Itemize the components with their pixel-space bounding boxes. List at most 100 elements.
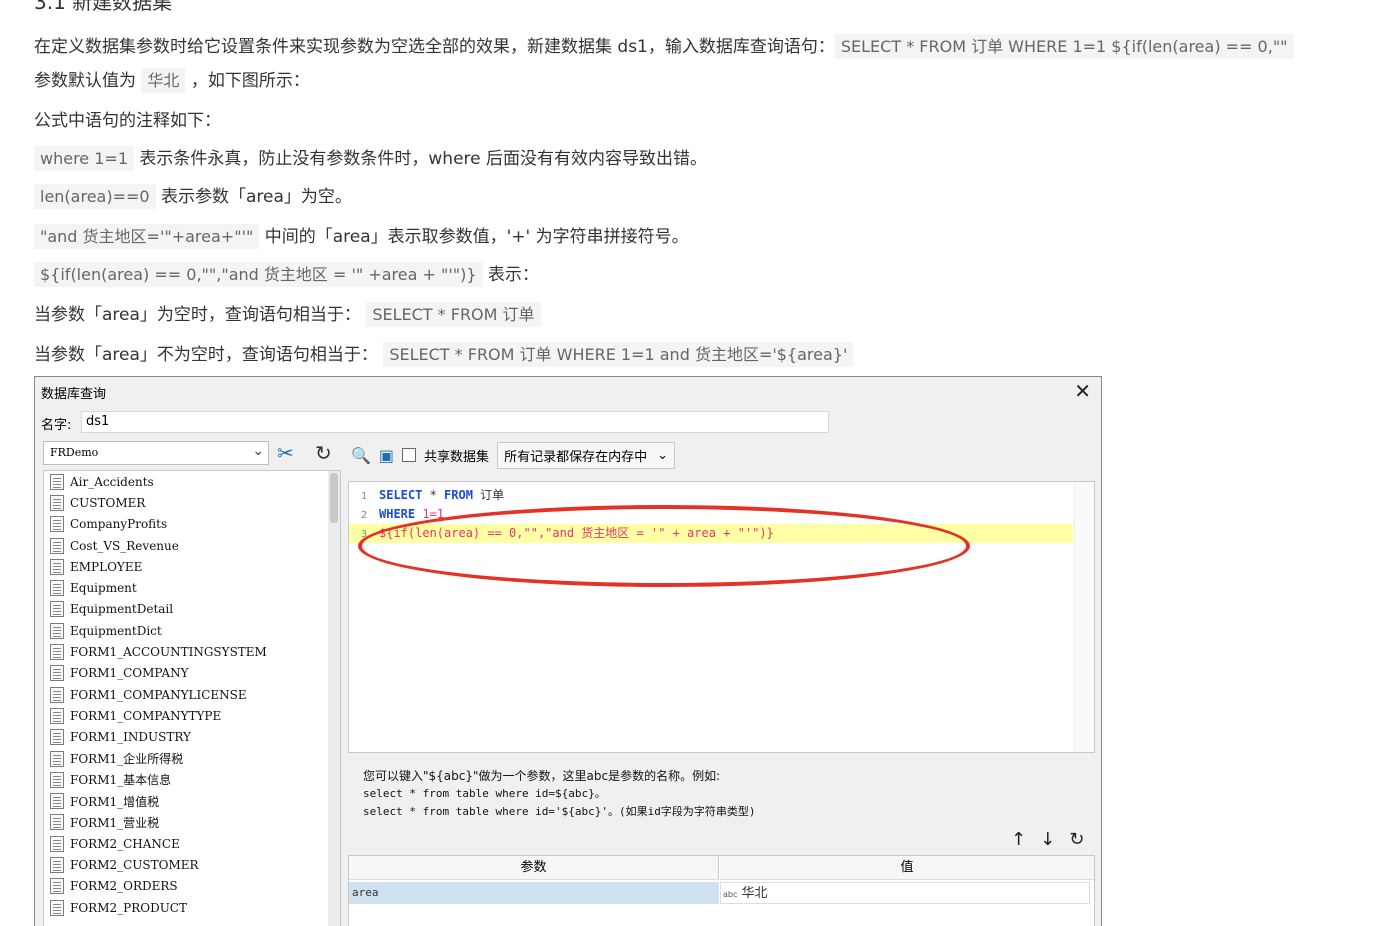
table-item[interactable]: CompanyProfits (44, 514, 340, 535)
sql-inline-code: SELECT * FROM 订单 WHERE 1=1 ${if(len(area… (834, 34, 1294, 59)
note-formula-text: 表示： (487, 265, 539, 285)
table-name: CUSTOMER (70, 495, 146, 510)
table-icon (50, 878, 64, 895)
table-name: FORM2_ORDERS (70, 879, 178, 894)
param-name-cell[interactable]: area (349, 882, 719, 904)
table-icon (50, 835, 64, 852)
editor-toolbar: 🔍 ▣ 共享数据集 所有记录都保存在内存中 ⌄ (351, 441, 675, 469)
table-item[interactable]: FORM1_增值税 (44, 790, 340, 811)
table-item[interactable]: Cost_VS_Revenue (44, 535, 340, 556)
table-item[interactable]: FORM1_INDUSTRY (44, 727, 340, 748)
text-type-icon: abc (723, 890, 738, 899)
table-name: FORM1_INDUSTRY (70, 730, 191, 745)
intro-paragraph: 在定义数据集参数时给它设置条件来实现参数为空选全部的效果，新建数据集 ds1，输… (34, 34, 1294, 59)
note-empty-code: SELECT * FROM 订单 (366, 302, 541, 327)
note-formula: ${if(len(area) == 0,"","and 货主地区 = '" +a… (34, 262, 539, 287)
chevron-down-icon: ⌄ (657, 447, 668, 463)
edit-connection-icon[interactable]: ✂ (277, 441, 294, 465)
table-item[interactable]: FORM1_COMPANYTYPE (44, 705, 340, 726)
table-item[interactable]: FORM1_COMPANY (44, 663, 340, 684)
refresh-params-icon[interactable]: ↻ (1069, 829, 1084, 850)
cache-mode-value: 所有记录都保存在内存中 (504, 449, 648, 465)
table-name: CompanyProfits (70, 517, 168, 532)
editor-scrollbar[interactable] (1074, 482, 1094, 752)
table-icon (50, 601, 64, 618)
name-label: 名字: (41, 418, 72, 433)
table-name: FORM1_企业所得税 (70, 752, 184, 766)
table-icon (50, 750, 64, 767)
refresh-icon[interactable]: ↻ (315, 441, 332, 465)
share-checkbox[interactable] (402, 448, 417, 462)
table-item[interactable]: FORM2_ORDERS (44, 876, 340, 897)
table-item[interactable]: CUSTOMER (44, 492, 340, 513)
table-item[interactable]: FORM1_ACCOUNTINGSYSTEM (44, 641, 340, 662)
table-icon (50, 494, 64, 511)
name-field[interactable]: ds1 (81, 411, 829, 433)
note-concat-code: "and 货主地区='"+area+"'" (34, 224, 260, 249)
table-item[interactable]: FORM1_COMPANYLICENSE (44, 684, 340, 705)
save-icon[interactable]: ▣ (379, 446, 394, 465)
table-icon (50, 899, 64, 916)
table-icon (50, 580, 64, 597)
connection-value: FRDemo (50, 446, 99, 459)
table-item[interactable]: FORM2_CUSTOMER (44, 854, 340, 875)
table-item[interactable]: FORM1_营业税 (44, 812, 340, 833)
table-icon (50, 707, 64, 724)
param-actions: ↑ ↓ ↻ (1011, 829, 1084, 850)
note-concat: "and 货主地区='"+area+"'" 中间的「area」表示取参数值，'+… (34, 224, 689, 249)
table-name: FORM1_基本信息 (70, 773, 172, 788)
table-icon (50, 729, 64, 746)
table-name: EMPLOYEE (70, 559, 143, 574)
preview-icon[interactable]: 🔍 (351, 446, 371, 465)
table-name: Cost_VS_Revenue (70, 538, 179, 553)
table-item[interactable]: EquipmentDetail (44, 599, 340, 620)
table-item[interactable]: FORM2_PRODUCT (44, 897, 340, 918)
close-icon[interactable]: ✕ (1074, 379, 1091, 403)
note-where-code: where 1=1 (34, 146, 134, 171)
parameter-hint: 您可以键入"${abc}"做为一个参数，这里abc是参数的名称。例如: sele… (363, 767, 756, 821)
table-icon (50, 665, 64, 682)
table-name: FORM1_COMPANYTYPE (70, 708, 222, 723)
table-item[interactable]: FORM2_CHANCE (44, 833, 340, 854)
table-icon (50, 793, 64, 810)
note-empty: 当参数「area」为空时，查询语句相当于： SELECT * FROM 订单 (34, 302, 541, 327)
table-icon (50, 473, 64, 490)
table-item[interactable]: EMPLOYEE (44, 556, 340, 577)
move-up-icon[interactable]: ↑ (1011, 829, 1026, 850)
default-value-code: 华北 (141, 68, 186, 93)
table-icon (50, 537, 64, 554)
sql-editor[interactable]: 1 SELECT * FROM 订单 2 WHERE 1=1 3 ${if(len(a… (348, 481, 1095, 753)
connection-select[interactable]: FRDemo ⌄ (43, 441, 269, 465)
note-len-text: 表示参数「area」为空。 (161, 187, 352, 207)
table-name: FORM2_CUSTOMER (70, 857, 199, 872)
table-name: EquipmentDict (70, 623, 162, 638)
table-icon (50, 622, 64, 639)
table-name: FORM1_COMPANYLICENSE (70, 687, 247, 702)
note-where: where 1=1 表示条件永真，防止没有参数条件时，where 后面没有有效内… (34, 146, 708, 171)
table-icon (50, 644, 64, 661)
hint-line: select * from table where id='${abc}'。(如… (363, 805, 756, 818)
default-value-paragraph: 参数默认值为 华北 ，如下图所示： (34, 68, 310, 93)
note-len-code: len(area)==0 (34, 184, 156, 209)
note-nonempty: 当参数「area」不为空时，查询语句相当于： SELECT * FROM 订单 … (34, 342, 854, 367)
table-item[interactable]: FORM1_企业所得税 (44, 748, 340, 769)
chevron-down-icon: ⌄ (252, 443, 264, 459)
table-item[interactable]: FORM1_基本信息 (44, 769, 340, 790)
table-item[interactable]: Air_Accidents (44, 471, 340, 492)
tree-scrollbar[interactable] (328, 471, 340, 926)
table-item[interactable]: Equipment (44, 577, 340, 598)
param-value: 华北 (741, 886, 768, 901)
intro-text: 在定义数据集参数时给它设置条件来实现参数为空选全部的效果，新建数据集 ds1，输… (34, 37, 835, 57)
table-item[interactable]: EquipmentDict (44, 620, 340, 641)
move-down-icon[interactable]: ↓ (1040, 829, 1055, 850)
param-value-cell[interactable]: abc 华北 (720, 882, 1090, 904)
table-icon (50, 558, 64, 575)
table-name: FORM1_营业税 (70, 815, 160, 830)
cache-mode-select[interactable]: 所有记录都保存在内存中 ⌄ (497, 441, 675, 469)
table-name: FORM1_COMPANY (70, 666, 189, 681)
dialog-title: 数据库查询 (41, 387, 107, 402)
note-formula-code: ${if(len(area) == 0,"","and 货主地区 = '" +a… (34, 262, 483, 287)
section-heading: 3.1 新建数据集 (34, 0, 173, 14)
note-where-text: 表示条件永真，防止没有参数条件时，where 后面没有有效内容导致出错。 (139, 149, 708, 169)
table-name: Air_Accidents (70, 474, 154, 489)
